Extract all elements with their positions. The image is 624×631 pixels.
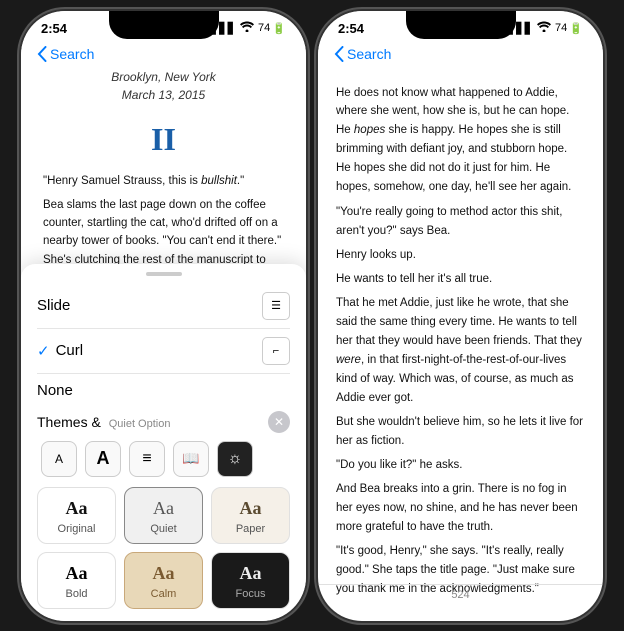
scroll-options: Slide ☰ ✓ Curl ⌐ None [21, 284, 306, 407]
theme-bold-preview: Aa [66, 563, 88, 584]
scroll-slide-icon: ☰ [262, 292, 290, 320]
time-right: 2:54 [338, 21, 364, 36]
theme-calm[interactable]: Aa Calm [124, 552, 203, 609]
checkmark-curl: ✓ [37, 342, 50, 360]
theme-quiet-preview: Aa [153, 498, 174, 519]
back-button-left[interactable]: Search [37, 46, 94, 62]
format-button[interactable]: ≡ [129, 441, 165, 477]
theme-original[interactable]: Aa Original [37, 487, 116, 544]
scroll-curl-icon: ⌐ [262, 337, 290, 365]
theme-original-preview: Aa [66, 498, 88, 519]
scroll-option-none[interactable]: None [37, 374, 290, 407]
format-icon: ≡ [142, 450, 151, 468]
battery-icon-right: 74 🔋 [555, 22, 583, 35]
chapter-number: II [43, 115, 284, 165]
theme-quiet-label: Quiet [150, 523, 176, 535]
themes-grid: Aa Original Aa Quiet Aa Paper Aa Bold [37, 487, 290, 609]
wifi-icon-left [240, 21, 254, 35]
status-icons-left: ▋▋▋ 74 🔋 [211, 21, 286, 35]
book-icon: 📖 [182, 450, 199, 467]
theme-paper[interactable]: Aa Paper [211, 487, 290, 544]
theme-calm-preview: Aa [153, 563, 175, 584]
battery-icon-left: 74 🔋 [258, 22, 286, 35]
font-controls: A A ≡ 📖 ☼ [37, 441, 290, 477]
theme-bold[interactable]: Aa Bold [37, 552, 116, 609]
theme-calm-label: Calm [151, 588, 177, 600]
bottom-panel: Slide ☰ ✓ Curl ⌐ None Themes & Quiet Opt [21, 264, 306, 621]
theme-original-label: Original [58, 523, 96, 535]
theme-paper-preview: Aa [240, 498, 262, 519]
right-phone: 2:54 ▋▋▋ 74 🔋 Search [318, 11, 603, 621]
book-icon-button[interactable]: 📖 [173, 441, 209, 477]
scroll-option-curl[interactable]: ✓ Curl ⌐ [37, 329, 290, 374]
theme-bold-label: Bold [65, 588, 87, 600]
scroll-option-slide[interactable]: Slide ☰ [37, 284, 290, 329]
theme-paper-label: Paper [236, 523, 265, 535]
notch-right [406, 11, 516, 39]
brightness-button[interactable]: ☼ [217, 441, 253, 477]
page-number: 524 [318, 584, 603, 605]
notch [109, 11, 219, 39]
theme-quiet[interactable]: Aa Quiet [124, 487, 203, 544]
nav-bar-left[interactable]: Search [21, 40, 306, 68]
status-icons-right: ▋▋▋ 74 🔋 [508, 21, 583, 35]
time-left: 2:54 [41, 21, 67, 36]
font-large-button[interactable]: A [85, 441, 121, 477]
book-text-right: He does not know what happened to Addie,… [318, 68, 603, 598]
close-button[interactable]: ✕ [268, 411, 290, 433]
phones-container: 2:54 ▋▋▋ 74 🔋 Search [21, 11, 603, 621]
slide-indicator [146, 272, 182, 276]
themes-header: Themes & Quiet Option ✕ [37, 411, 290, 433]
back-button-right[interactable]: Search [334, 46, 391, 62]
font-small-button[interactable]: A [41, 441, 77, 477]
theme-focus-preview: Aa [240, 563, 262, 584]
left-phone: 2:54 ▋▋▋ 74 🔋 Search [21, 11, 306, 621]
theme-focus[interactable]: Aa Focus [211, 552, 290, 609]
wifi-icon-right [537, 21, 551, 35]
nav-bar-right[interactable]: Search [318, 40, 603, 68]
brightness-icon: ☼ [228, 450, 243, 468]
book-header: Brooklyn, New York March 13, 2015 [43, 68, 284, 105]
themes-title: Themes & Quiet Option [37, 414, 170, 430]
themes-section: Themes & Quiet Option ✕ A A [21, 407, 306, 609]
theme-focus-label: Focus [236, 588, 266, 600]
